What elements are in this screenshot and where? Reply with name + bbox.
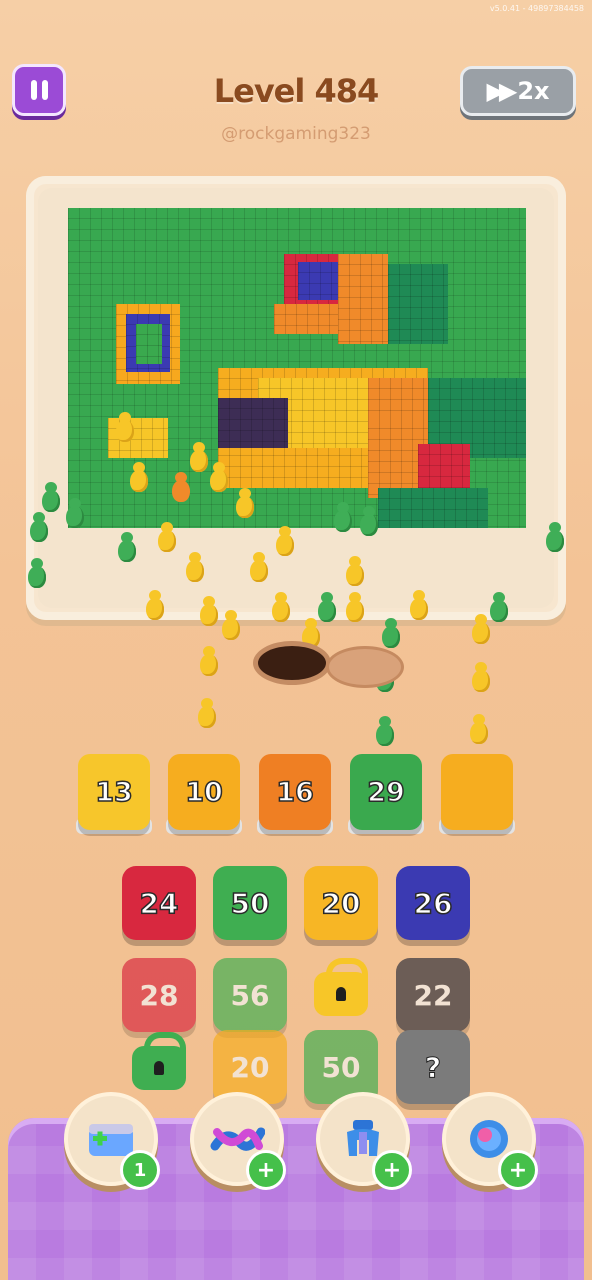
add-powerup-badge: + [246, 1150, 286, 1190]
ant [490, 592, 508, 622]
ant [146, 590, 164, 620]
ant [210, 462, 228, 492]
ant [470, 714, 488, 744]
tile-yellow[interactable]: 20 [304, 866, 378, 940]
ring-powerup[interactable]: + [442, 1092, 538, 1190]
lock-icon [314, 958, 368, 1016]
hole-lid [326, 646, 404, 688]
magnet-powerup[interactable]: + [316, 1092, 412, 1190]
ant [66, 498, 84, 528]
ant [42, 482, 60, 512]
ant [546, 522, 564, 552]
ant [172, 472, 190, 502]
ant [130, 462, 148, 492]
ant [382, 618, 400, 648]
queue-slot-1: 13 [78, 754, 150, 830]
add-powerup-badge: + [498, 1150, 538, 1190]
ant [222, 610, 240, 640]
ant [472, 614, 490, 644]
ant [198, 698, 216, 728]
queue-slot-5 [441, 754, 513, 830]
ant [472, 662, 490, 692]
lock-icon [132, 1032, 186, 1090]
username-watermark: @rockgaming323 [221, 124, 371, 144]
add-powerup-badge: + [372, 1150, 412, 1190]
tile-blue[interactable]: 26 [396, 866, 470, 940]
ant [360, 506, 378, 536]
ant [334, 502, 352, 532]
ant [318, 592, 336, 622]
fast-forward-icon: ▶▶ [486, 77, 517, 105]
ant [236, 488, 254, 518]
ant [28, 558, 46, 588]
ant [116, 412, 134, 442]
ant [200, 596, 218, 626]
ant [272, 592, 290, 622]
version-label: v5.0.41 - 49897384458 [489, 4, 584, 13]
queue-slot-4: 29 [350, 754, 422, 830]
speed-label: 2x [517, 77, 550, 105]
ant [346, 556, 364, 586]
tile-red[interactable]: 24 [122, 866, 196, 940]
ant [410, 590, 428, 620]
mystery-tile: ? [396, 1030, 470, 1104]
queue-slot-3: 16 [259, 754, 331, 830]
tile-dark: 22 [396, 958, 470, 1032]
add-slot-powerup[interactable]: 1 [64, 1092, 160, 1190]
ant-hole [258, 646, 326, 680]
ant [250, 552, 268, 582]
powerup-count-badge: 1 [120, 1150, 160, 1190]
ant [190, 442, 208, 472]
ant [200, 646, 218, 676]
ant [302, 618, 320, 648]
ant [118, 532, 136, 562]
speed-button[interactable]: ▶▶ 2x [460, 66, 576, 116]
shuffle-powerup[interactable]: + [190, 1092, 286, 1190]
ant [346, 592, 364, 622]
tile-green: 56 [213, 958, 287, 1032]
ant [158, 522, 176, 552]
ant [30, 512, 48, 542]
tile-red: 28 [122, 958, 196, 1032]
ant [186, 552, 204, 582]
queue-slot-2: 10 [168, 754, 240, 830]
tile-green[interactable]: 50 [213, 866, 287, 940]
ant [276, 526, 294, 556]
ant [376, 716, 394, 746]
